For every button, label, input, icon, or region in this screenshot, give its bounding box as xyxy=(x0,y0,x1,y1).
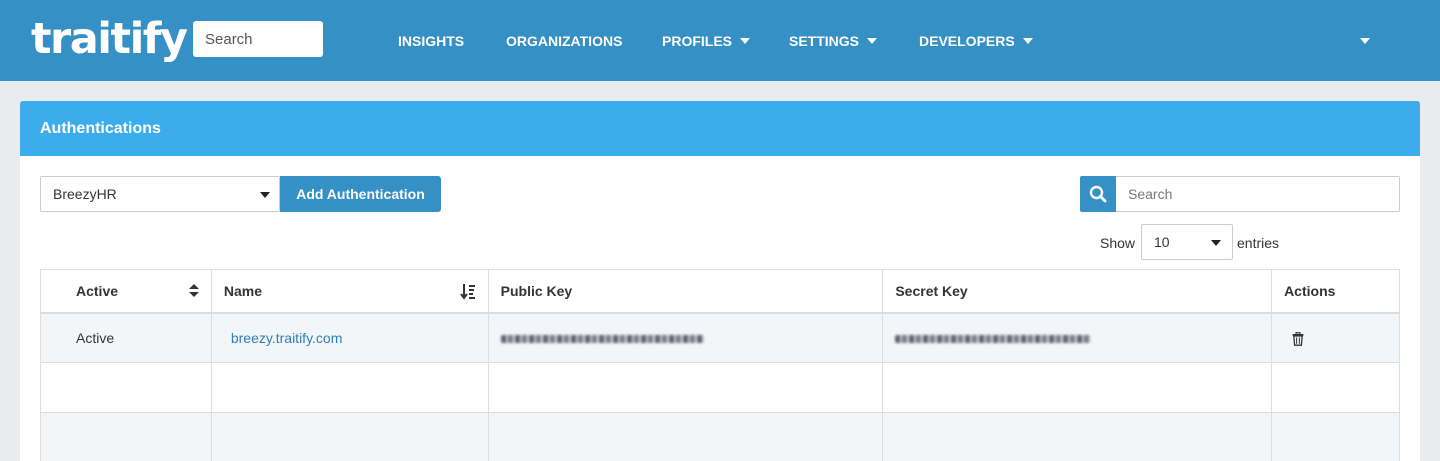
nav-developers[interactable]: DEVELOPERS xyxy=(919,0,1033,81)
cell-secret-key xyxy=(882,312,1273,363)
nav-insights[interactable]: INSIGHTS xyxy=(398,0,464,81)
search-button[interactable] xyxy=(1080,176,1116,212)
search-icon xyxy=(1089,185,1107,203)
authentications-table: Active Name Public Key Secret Key Action… xyxy=(40,269,1400,461)
column-header-public-key-label: Public Key xyxy=(500,282,573,299)
column-header-actions-label: Actions xyxy=(1284,282,1336,299)
top-navbar: traitify INSIGHTS ORGANIZATIONS PROFILES… xyxy=(0,0,1440,81)
add-authentication-button[interactable]: Add Authentication xyxy=(280,176,441,212)
provider-select[interactable]: BreezyHR xyxy=(40,176,280,212)
nav-organizations-label: ORGANIZATIONS xyxy=(506,32,623,49)
cell-active: Active xyxy=(40,312,212,363)
caret-down-icon xyxy=(260,192,270,198)
table-cell xyxy=(210,412,489,461)
trash-icon[interactable] xyxy=(1292,331,1304,346)
table-search-input[interactable] xyxy=(1116,176,1400,212)
table-cell xyxy=(487,412,884,461)
table-cell xyxy=(40,412,212,461)
cell-name: breezy.traitify.com xyxy=(210,312,489,363)
table-cell xyxy=(40,362,212,413)
secret-key-redacted xyxy=(895,335,1092,344)
table-header-row: Active Name Public Key Secret Key Action… xyxy=(40,269,1400,314)
entries-label: entries xyxy=(1237,235,1280,251)
page-size-select[interactable]: 10 xyxy=(1141,224,1233,260)
page-size-value: 10 xyxy=(1154,234,1170,250)
column-header-secret-key: Secret Key xyxy=(882,269,1273,314)
panel-title: Authentications xyxy=(40,120,161,137)
column-header-actions: Actions xyxy=(1271,269,1400,314)
table-cell xyxy=(1271,412,1400,461)
nav-insights-label: INSIGHTS xyxy=(398,32,465,49)
caret-down-icon xyxy=(1022,37,1033,44)
sort-icon xyxy=(188,284,199,298)
nav-settings-label: SETTINGS xyxy=(789,32,860,49)
caret-down-icon xyxy=(1211,240,1221,246)
caret-down-icon xyxy=(740,37,751,44)
column-header-name[interactable]: Name xyxy=(210,269,489,314)
nav-developers-label: DEVELOPERS xyxy=(919,32,1015,49)
table-row: Active breezy.traitify.com xyxy=(40,312,1400,363)
global-search-input[interactable] xyxy=(193,21,323,57)
logo[interactable]: traitify xyxy=(31,10,188,68)
column-header-name-label: Name xyxy=(223,282,262,299)
provider-select-value: BreezyHR xyxy=(53,186,117,202)
column-header-public-key: Public Key xyxy=(487,269,884,314)
table-cell xyxy=(1271,362,1400,413)
cell-actions xyxy=(1271,312,1400,363)
nav-profiles-label: PROFILES xyxy=(662,32,733,49)
public-key-redacted xyxy=(500,335,704,344)
table-cell xyxy=(210,362,489,413)
column-header-secret-key-label: Secret Key xyxy=(895,282,968,299)
authentication-name-link[interactable]: breezy.traitify.com xyxy=(231,330,343,346)
caret-down-icon xyxy=(867,37,878,44)
sort-desc-icon xyxy=(459,284,475,300)
nav-settings[interactable]: SETTINGS xyxy=(789,0,878,81)
authentications-panel: Authentications BreezyHR Add Authenticat… xyxy=(20,101,1420,461)
column-header-active-label: Active xyxy=(76,282,119,299)
user-menu-caret-icon[interactable] xyxy=(1360,38,1370,44)
nav-profiles[interactable]: PROFILES xyxy=(662,0,751,81)
cell-active-text: Active xyxy=(76,329,115,346)
show-label: Show xyxy=(1100,235,1136,251)
table-row xyxy=(40,362,1400,413)
nav-organizations[interactable]: ORGANIZATIONS xyxy=(506,0,622,81)
table-cell xyxy=(882,362,1273,413)
cell-public-key xyxy=(487,312,884,363)
column-header-active[interactable]: Active xyxy=(40,269,212,314)
panel-header: Authentications xyxy=(20,101,1420,156)
table-cell xyxy=(882,412,1273,461)
table-row xyxy=(40,412,1400,461)
table-cell xyxy=(487,362,884,413)
